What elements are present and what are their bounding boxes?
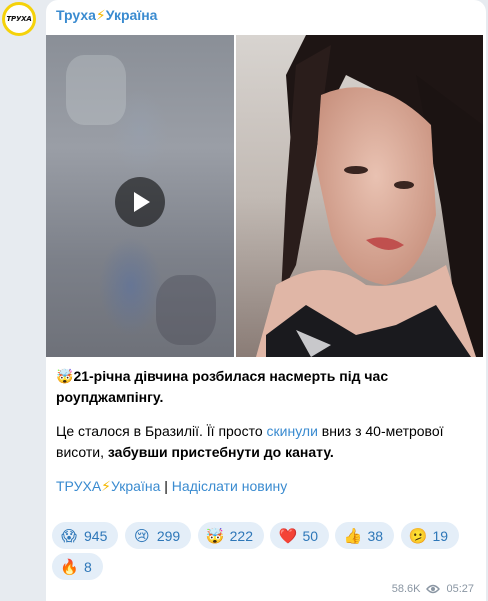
- channel-name[interactable]: Труха⚡Україна: [56, 7, 157, 24]
- reaction-fire[interactable]: 🔥 8: [52, 553, 103, 580]
- view-count: 58.6K: [391, 583, 421, 595]
- post-body: Це сталося в Бразилії. Її просто скинули…: [56, 421, 476, 463]
- post-bubble: Труха⚡Україна 🤯21-річна дівчина розбилас…: [46, 0, 486, 601]
- post-meta: 58.6K 05:27: [392, 583, 474, 595]
- media-album: [46, 35, 483, 357]
- reaction-count: 38: [367, 527, 384, 544]
- submit-news-link[interactable]: Надіслати новину: [172, 478, 287, 494]
- confused-icon: 🫤: [408, 527, 428, 545]
- reaction-cry[interactable]: 😢 299: [124, 522, 192, 549]
- photo-thumbnail[interactable]: [236, 35, 483, 357]
- footer-name-2: Україна: [111, 478, 161, 494]
- post-footer: ТРУХА⚡Україна | Надіслати новину: [56, 476, 476, 497]
- body-bold-text: забувши пристебнути до канату.: [107, 444, 334, 460]
- reactions-bar: 😱 945 😢 299 🤯 222 ❤️ 50 👍 38 🫤 19 🔥 8: [52, 522, 482, 584]
- reaction-scream[interactable]: 😱 945: [52, 522, 119, 549]
- channel-avatar[interactable]: ТРУХА: [2, 2, 36, 36]
- channel-name-part1: Труха: [56, 7, 96, 23]
- reaction-thumbs-up[interactable]: 👍 38: [335, 522, 395, 549]
- footer-name-1: ТРУХА: [56, 478, 102, 494]
- fire-icon: 🔥: [60, 558, 79, 576]
- blur-patch: [66, 55, 126, 125]
- mind-blown-icon: 🤯: [205, 527, 225, 545]
- avatar-logo-text: ТРУХА: [6, 15, 32, 23]
- reaction-count: 945: [84, 527, 108, 544]
- blur-patch: [156, 275, 216, 345]
- footer-channel-link[interactable]: ТРУХА⚡Україна: [56, 478, 160, 494]
- reaction-count: 50: [302, 527, 319, 544]
- bolt-icon: ⚡: [95, 7, 106, 23]
- mind-blown-icon: 🤯: [56, 368, 74, 384]
- reaction-count: 222: [229, 527, 253, 544]
- footer-separator: |: [160, 478, 172, 494]
- eye-icon: [426, 584, 441, 594]
- body-text-1: Це сталося в Бразилії. Її просто: [56, 423, 267, 439]
- post-caption: 🤯21-річна дівчина розбилася насмерть під…: [56, 366, 476, 510]
- reaction-count: 8: [84, 558, 92, 575]
- bolt-icon: ⚡: [101, 478, 111, 494]
- video-thumbnail[interactable]: [46, 35, 234, 357]
- scream-icon: 😱: [61, 527, 77, 545]
- play-icon[interactable]: [115, 177, 165, 227]
- headline-text: 21-річна дівчина розбилася насмерть під …: [56, 368, 389, 405]
- post-time: 05:27: [446, 583, 474, 595]
- reaction-count: 299: [156, 527, 181, 544]
- photo-image: [236, 35, 483, 357]
- reaction-mind-blown[interactable]: 🤯 222: [197, 522, 264, 549]
- post-headline: 🤯21-річна дівчина розбилася насмерть під…: [56, 366, 476, 408]
- reaction-count: 19: [432, 527, 449, 544]
- cry-icon: 😢: [133, 527, 150, 545]
- thumbs-up-icon: 👍: [343, 527, 363, 545]
- reaction-heart[interactable]: ❤️ 50: [270, 522, 330, 549]
- body-link[interactable]: скинули: [267, 423, 318, 439]
- heart-icon: ❤️: [278, 527, 298, 545]
- channel-name-part2: Україна: [105, 7, 158, 23]
- reaction-confused[interactable]: 🫤 19: [400, 522, 460, 549]
